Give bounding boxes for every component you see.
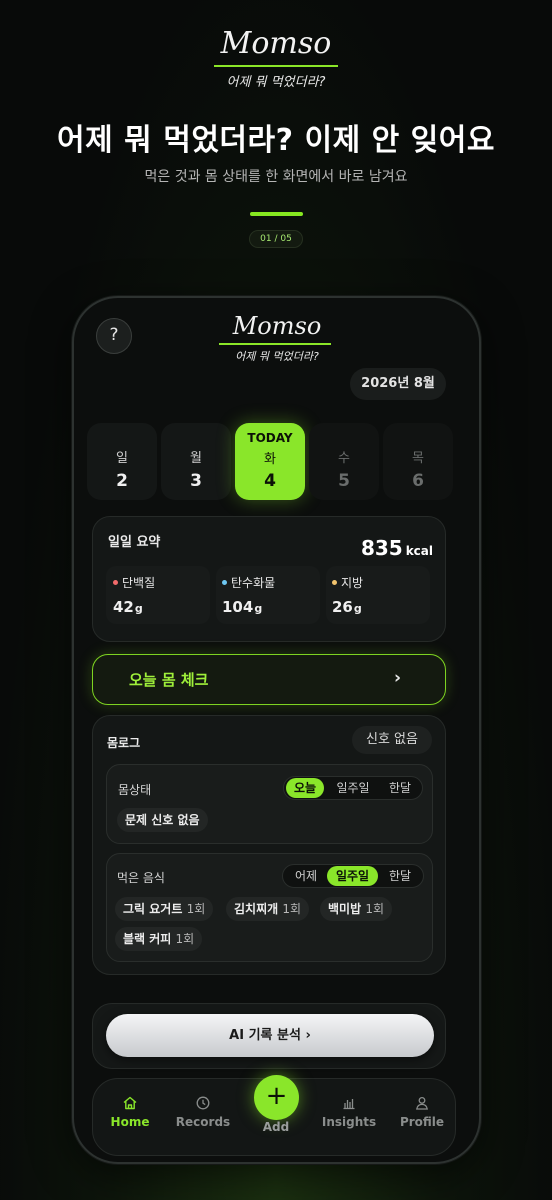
condition-title: 몸상태 bbox=[118, 783, 152, 797]
tab-week[interactable]: 일주일 bbox=[328, 778, 378, 798]
food-chip: 백미밥 1회 bbox=[320, 897, 392, 921]
condition-chip: 문제 신호 없음 bbox=[117, 808, 208, 832]
nav-records[interactable]: Records bbox=[171, 1095, 235, 1129]
day-of-week: 화 bbox=[264, 452, 276, 467]
food-chip: 블랙 커피 1회 bbox=[115, 927, 203, 951]
promo-progress-bar bbox=[250, 212, 303, 216]
day-sun[interactable]: 일 2 bbox=[87, 423, 157, 500]
nav-label: Home bbox=[110, 1115, 150, 1129]
tab-month[interactable]: 한달 bbox=[380, 778, 420, 798]
promo-tagline: 어제 뭐 먹었더라? bbox=[226, 75, 326, 90]
app-tagline: 어제 뭐 먹었더라? bbox=[235, 350, 319, 363]
macro-protein-label: 단백질 bbox=[113, 574, 155, 591]
day-number: 3 bbox=[190, 471, 202, 491]
nav-label-add: Add bbox=[262, 1120, 290, 1134]
food-count: 1회 bbox=[282, 902, 302, 916]
clock-icon bbox=[196, 1096, 210, 1110]
promo-subline: 먹은 것과 몸 상태를 한 화면에서 바로 남겨요 bbox=[144, 169, 408, 185]
today-badge: TODAY bbox=[247, 431, 293, 445]
home-icon bbox=[123, 1096, 137, 1110]
chevron-right-icon: › bbox=[394, 668, 402, 688]
food-name: 김치찌개 bbox=[234, 902, 279, 916]
day-thu[interactable]: 목 6 bbox=[383, 423, 453, 500]
macro-value: 42 bbox=[113, 598, 134, 616]
macro-unit: g bbox=[134, 602, 143, 615]
month-selector[interactable]: 2026년 8월 bbox=[350, 368, 446, 400]
kcal-value: 835 bbox=[360, 536, 403, 560]
food-chip: 김치찌개 1회 bbox=[226, 897, 310, 921]
macro-name-text: 단백질 bbox=[122, 576, 156, 590]
nav-label: Records bbox=[175, 1115, 231, 1129]
macro-value: 104 bbox=[222, 598, 254, 616]
app-logo: Momso bbox=[232, 312, 322, 340]
macro-carbs-value: 104g bbox=[222, 598, 262, 616]
macro-carbs-label: 탄수화물 bbox=[222, 574, 275, 591]
body-log-title: 몸로그 bbox=[107, 736, 141, 750]
macro-value: 26 bbox=[332, 598, 353, 616]
tab-week[interactable]: 일주일 bbox=[327, 866, 378, 886]
tab-today[interactable]: 오늘 bbox=[286, 778, 324, 798]
food-name: 그릭 요거트 bbox=[123, 902, 183, 916]
macro-fat-value: 26g bbox=[332, 598, 362, 616]
summary-title: 일일 요약 bbox=[108, 535, 161, 550]
plus-icon: + bbox=[265, 1081, 288, 1111]
macro-fat-label: 지방 bbox=[332, 574, 363, 591]
kcal-total: 835 kcal bbox=[300, 536, 433, 560]
macro-protein-value: 42g bbox=[113, 598, 143, 616]
day-of-week: 월 bbox=[190, 451, 202, 466]
macro-name-text: 지방 bbox=[341, 576, 364, 590]
foods-range-tabs: 어제 일주일 한달 bbox=[282, 864, 424, 888]
nav-add-button[interactable]: + bbox=[254, 1075, 299, 1120]
food-count: 1회 bbox=[365, 902, 384, 916]
food-name: 블랙 커피 bbox=[123, 932, 172, 946]
body-check-label: 오늘 몸 체크 bbox=[129, 671, 209, 689]
macro-unit: g bbox=[254, 602, 263, 615]
day-wed[interactable]: 수 5 bbox=[309, 423, 379, 500]
food-count: 1회 bbox=[186, 902, 206, 916]
person-icon bbox=[416, 1096, 428, 1110]
help-button[interactable]: ? bbox=[96, 318, 132, 354]
food-chip: 그릭 요거트 1회 bbox=[115, 897, 214, 921]
day-number: 2 bbox=[116, 471, 128, 491]
tab-yesterday[interactable]: 어제 bbox=[286, 866, 326, 886]
promo-headline: 어제 뭐 먹었더라? 이제 안 잊어요 bbox=[57, 123, 495, 158]
macro-name-text: 탄수화물 bbox=[231, 576, 276, 590]
day-mon[interactable]: 월 3 bbox=[161, 423, 231, 500]
day-of-week: 수 bbox=[338, 451, 350, 466]
food-name: 백미밥 bbox=[328, 902, 362, 916]
fat-dot-icon bbox=[332, 580, 337, 585]
protein-dot-icon bbox=[113, 580, 118, 585]
signal-status-badge: 신호 없음 bbox=[352, 726, 432, 754]
nav-profile[interactable]: Profile bbox=[390, 1095, 454, 1129]
day-of-week: 일 bbox=[116, 451, 128, 466]
nav-home[interactable]: Home bbox=[98, 1095, 162, 1129]
condition-range-tabs: 오늘 일주일 한달 bbox=[283, 776, 423, 800]
tab-month[interactable]: 한달 bbox=[380, 866, 420, 886]
carbs-dot-icon bbox=[222, 580, 227, 585]
nav-label: Profile bbox=[399, 1115, 445, 1129]
promo-logo-underline bbox=[214, 65, 338, 67]
day-tue-today[interactable]: TODAY 화 4 bbox=[235, 423, 305, 500]
day-number: 4 bbox=[264, 471, 276, 491]
app-logo-underline bbox=[219, 343, 331, 345]
day-of-week: 목 bbox=[412, 451, 424, 466]
nav-label: Insights bbox=[321, 1115, 377, 1129]
foods-title: 먹은 음식 bbox=[117, 871, 165, 885]
kcal-unit: kcal bbox=[405, 544, 433, 558]
nav-insights[interactable]: Insights bbox=[317, 1095, 381, 1129]
day-number: 6 bbox=[412, 471, 424, 491]
food-count: 1회 bbox=[175, 932, 195, 946]
bar-chart-icon bbox=[343, 1099, 355, 1110]
promo-page-indicator: 01 / 05 bbox=[249, 230, 303, 248]
ai-analysis-button[interactable]: AI 기록 분석 › bbox=[106, 1014, 434, 1057]
macro-unit: g bbox=[353, 602, 362, 615]
promo-logo: Momso bbox=[220, 26, 332, 61]
day-number: 5 bbox=[338, 471, 350, 491]
